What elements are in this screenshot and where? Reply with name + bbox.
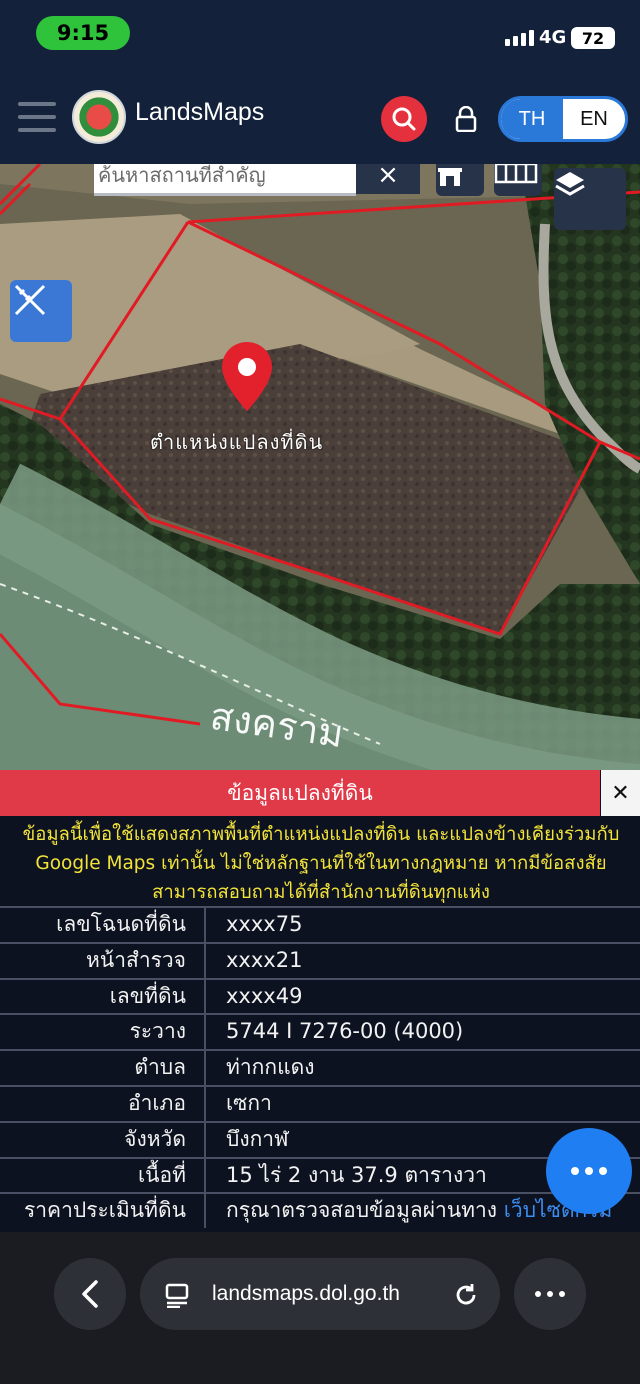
search-icon [392, 107, 416, 131]
row-label: จังหวัด [0, 1122, 206, 1157]
appraisal-text: กรุณาตรวจสอบข้อมูลผ่านทาง [226, 1198, 498, 1223]
search-button[interactable] [381, 96, 427, 142]
measure-tool-button[interactable] [10, 280, 72, 342]
table-row: อำเภอ เซกา [0, 1084, 640, 1121]
row-value: xxxx49 [226, 983, 303, 1008]
app-header: LandsMaps TH EN [0, 70, 640, 164]
map-view[interactable]: ค้นหาสถานที่สำคัญ × ตำแหน่งแปลงที่ดิน สง… [0, 164, 640, 774]
status-time: 9:15 [36, 16, 130, 50]
layers-button[interactable] [554, 168, 626, 230]
layers-icon [555, 172, 585, 196]
address-bar[interactable]: landsmaps.dol.go.th [140, 1258, 500, 1330]
disclaimer-notice: ข้อมูลนี้เพื่อใช้แสดงสภาพพื้นที่ตำแหน่งแ… [22, 824, 620, 903]
home-button[interactable] [436, 164, 484, 196]
row-label: ตำบล [0, 1051, 206, 1085]
row-value: ท่ากกแดง [226, 1055, 315, 1080]
table-row: เลขโฉนดที่ดิน xxxx75 [0, 906, 640, 942]
lang-en-button[interactable]: EN [563, 99, 625, 139]
pin-label: ตำแหน่งแปลงที่ดิน [150, 430, 324, 454]
browser-more-button[interactable] [514, 1258, 586, 1330]
table-row: หน้าสำรวจ xxxx21 [0, 941, 640, 978]
lang-th-button[interactable]: TH [501, 99, 563, 139]
menu-icon[interactable] [18, 102, 56, 141]
table-row: เนื้อที่ 15 ไร่ 2 งาน 37.9 ตารางวา [0, 1156, 640, 1193]
table-row: ระวาง 5744 I 7276-00 (4000) [0, 1013, 640, 1050]
chevron-left-icon [82, 1280, 98, 1308]
clear-search-button[interactable]: × [356, 164, 420, 194]
row-label: อำเภอ [0, 1086, 206, 1121]
place-search-input[interactable]: ค้นหาสถานที่สำคัญ [94, 164, 356, 196]
table-row: จังหวัด บึงกาฬ [0, 1120, 640, 1157]
row-label: เลขโฉนดที่ดิน [0, 908, 206, 942]
row-value: 5744 I 7276-00 (4000) [226, 1019, 464, 1044]
more-actions-fab[interactable] [546, 1128, 632, 1214]
close-panel-button[interactable]: ✕ [601, 770, 640, 816]
building-icon [438, 168, 462, 186]
row-label: เลขที่ดิน [0, 979, 206, 1014]
row-value: xxxx21 [226, 947, 303, 972]
row-label: ระวาง [0, 1015, 206, 1050]
battery-level: 72 [571, 27, 615, 49]
row-value: เซกา [226, 1090, 272, 1115]
table-row: ราคาประเมินที่ดิน กรุณาตรวจสอบข้อมูลผ่านท… [0, 1192, 640, 1229]
app-logo [72, 90, 126, 144]
reload-icon [456, 1284, 476, 1305]
browser-toolbar: landsmaps.dol.go.th [0, 1232, 640, 1384]
app-name: LandsMaps [135, 98, 265, 126]
network-type: 4G [539, 27, 567, 48]
url-text: landsmaps.dol.go.th [212, 1282, 400, 1305]
row-label: เนื้อที่ [0, 1158, 206, 1193]
row-value: xxxx75 [226, 912, 303, 936]
page-menu-icon [165, 1283, 189, 1308]
table-row: ตำบล ท่ากกแดง [0, 1049, 640, 1085]
status-bar: 9:15 4G 72 [0, 0, 640, 70]
parcel-details-table: เลขโฉนดที่ดิน xxxx75 หน้าสำรวจ xxxx21 เลขท… [0, 906, 640, 1229]
lock-icon[interactable] [455, 106, 477, 132]
row-label: หน้าสำรวจ [0, 943, 206, 978]
panel-title: ข้อมูลแปลงที่ดิน [0, 770, 600, 816]
row-label: ราคาประเมินที่ดิน [0, 1194, 206, 1229]
back-button[interactable] [54, 1258, 126, 1330]
signal-icon [505, 30, 534, 46]
grid-icon [494, 164, 538, 184]
grid-button[interactable] [494, 164, 542, 196]
ruler-pencil-icon [14, 284, 46, 316]
language-toggle[interactable]: TH EN [498, 96, 628, 142]
table-row: เลขที่ดิน xxxx49 [0, 977, 640, 1014]
satellite-map [0, 164, 640, 774]
parcel-info-panel: ข้อมูลแปลงที่ดิน ✕ ข้อมูลนี้เพื่อใช้แสดง… [0, 770, 640, 1232]
